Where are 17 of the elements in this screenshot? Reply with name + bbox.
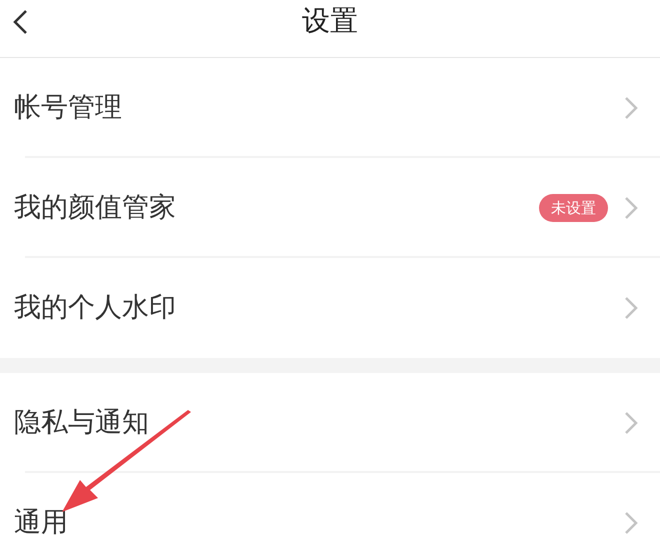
- row-label: 我的个人水印: [14, 290, 177, 325]
- row-label: 隐私与通知: [14, 406, 150, 440]
- row-label: 通用: [14, 506, 69, 540]
- chevron-right-icon: [624, 411, 638, 435]
- settings-row[interactable]: 帐号管理: [0, 58, 660, 158]
- settings-row[interactable]: 我的个人水印: [0, 258, 660, 358]
- row-label: 我的颜值管家: [14, 190, 177, 225]
- settings-row[interactable]: 通用: [0, 473, 660, 542]
- chevron-right-icon: [624, 511, 638, 535]
- chevron-right-icon: [624, 96, 638, 120]
- chevron-right-icon: [624, 296, 638, 320]
- settings-row[interactable]: 我的颜值管家 未设置: [0, 158, 660, 258]
- page-title: 设置: [302, 2, 358, 38]
- chevron-right-icon: [624, 196, 638, 220]
- settings-row[interactable]: 隐私与通知: [0, 373, 660, 473]
- row-label: 帐号管理: [14, 90, 123, 125]
- status-badge: 未设置: [539, 194, 608, 222]
